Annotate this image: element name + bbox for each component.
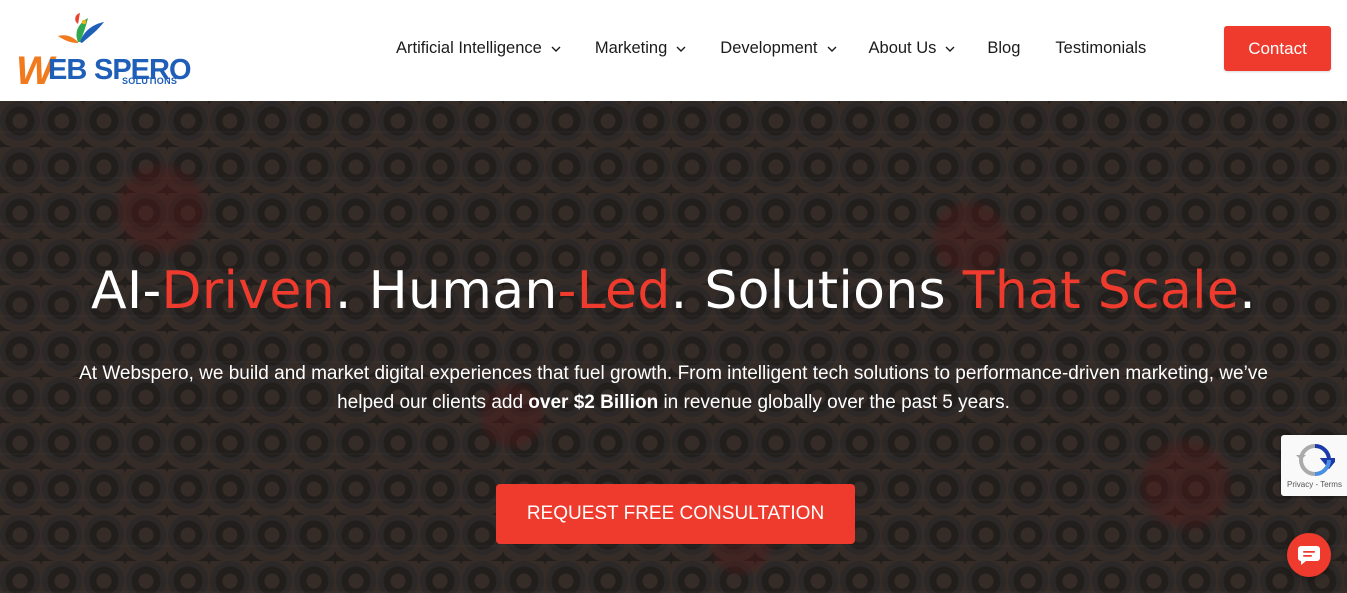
chat-button[interactable] (1287, 533, 1331, 577)
chevron-down-icon (826, 43, 838, 55)
chevron-down-icon (550, 43, 562, 55)
nav-item-label: Artificial Intelligence (396, 39, 542, 57)
hero-title-accent: That Scale (962, 261, 1240, 321)
hero-title-accent: Driven (161, 261, 335, 321)
nav-item-testimonials[interactable]: Testimonials (1055, 26, 1146, 71)
contact-button[interactable]: Contact (1224, 26, 1331, 71)
hero-section: AI-Driven. Human-Led. Solutions That Sca… (0, 101, 1347, 593)
recaptcha-icon (1296, 444, 1335, 476)
webspero-logo[interactable]: W EB SPERO SOLUTIONS (14, 12, 192, 93)
nav-item-label: Marketing (594, 39, 668, 57)
hero-title-part: . Solutions (670, 261, 963, 321)
nav-item-label: Testimonials (1055, 39, 1147, 57)
nav-item-blog[interactable]: Blog (987, 26, 1020, 71)
nav-item-label: About Us (868, 39, 937, 57)
site-header: W EB SPERO SOLUTIONS Artificial Intellig… (0, 0, 1347, 101)
hero-description-text-end: in revenue globally over the past 5 year… (658, 392, 1010, 413)
recaptcha-badge[interactable]: Privacy - Terms (1281, 435, 1347, 496)
chat-icon (1298, 546, 1320, 565)
request-free-consultation-button[interactable]: REQUEST FREE CONSULTATION (496, 484, 855, 544)
chevron-down-icon (675, 43, 687, 55)
hero-title-part: . Human (334, 261, 558, 321)
bird-logo-icon (58, 13, 104, 43)
hero-description: At Webspero, we build and market digital… (70, 359, 1277, 417)
nav-item-development[interactable]: Development (720, 26, 837, 71)
hero-title-part: AI- (90, 261, 162, 321)
recaptcha-privacy-terms-links[interactable]: Privacy - Terms (1287, 480, 1342, 489)
logo-subtitle: SOLUTIONS (122, 76, 178, 86)
nav-item-label: Blog (987, 39, 1021, 57)
chevron-down-icon (944, 43, 956, 55)
nav-item-artificial-intelligence[interactable]: Artificial Intelligence (396, 26, 562, 71)
hero-title-accent: -Led (557, 261, 671, 321)
nav-item-marketing[interactable]: Marketing (595, 26, 687, 71)
hero-title: AI-Driven. Human-Led. Solutions That Sca… (0, 261, 1347, 321)
nav-item-label: Development (720, 39, 818, 57)
nav-item-about-us[interactable]: About Us (869, 26, 957, 71)
hero-title-part: . (1239, 261, 1257, 321)
logo-letters-eb: EB (48, 54, 87, 86)
main-nav: Artificial Intelligence Marketing Develo… (396, 26, 1146, 71)
hero-description-highlight: over $2 Billion (528, 392, 659, 413)
